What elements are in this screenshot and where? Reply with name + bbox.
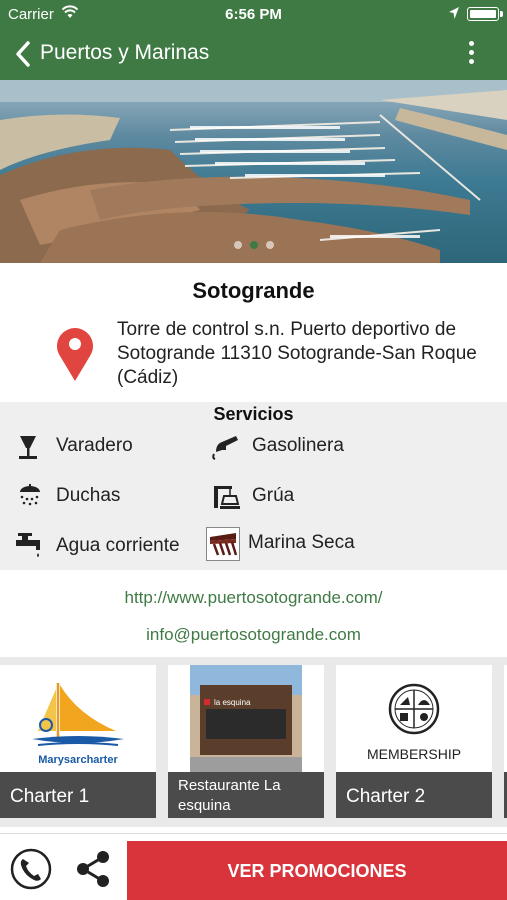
card-logo-text: MEMBERSHIP [367, 746, 461, 762]
boat-lift-icon [19, 436, 37, 459]
marina-photo-carousel[interactable] [0, 80, 507, 263]
phone-icon[interactable] [10, 847, 52, 891]
view-promotions-button[interactable]: VER PROMOCIONES [127, 841, 507, 900]
service-label: Agua corriente [56, 535, 180, 556]
card-caption[interactable]: Charter 2 [336, 772, 492, 818]
carousel-pagination [0, 236, 507, 254]
restaurant-photo: la esquina [190, 665, 302, 772]
partner-card[interactable]: MEMBERSHIP Charter 2 [336, 665, 492, 818]
fuel-nozzle-icon [212, 436, 238, 460]
card-caption[interactable]: Charter 1 [0, 772, 156, 818]
carousel-dot-active[interactable] [249, 241, 258, 249]
email-link[interactable]: info@puertosotogrande.com [0, 625, 507, 645]
bottom-action-bar: VER PROMOCIONES [0, 833, 507, 900]
service-label: Grúa [252, 485, 295, 506]
card-caption[interactable]: Restaurante La esquina [168, 772, 324, 818]
clock: 6:56 PM [225, 6, 282, 23]
share-icon[interactable] [73, 849, 113, 889]
map-pin-icon[interactable] [55, 326, 95, 382]
marysarcharter-logo: Marysarcharter [32, 683, 124, 766]
navigation-bar: Puertos y Marinas [0, 28, 507, 80]
service-label: Marina Seca [248, 532, 355, 553]
membership-logo: MEMBERSHIP [367, 683, 461, 762]
card-logo-text: la esquina [214, 698, 251, 707]
services-panel: Servicios Varadero Gasolinera Duchas Grú… [0, 402, 507, 570]
status-bar: Carrier 6:56 PM [0, 0, 507, 28]
location-arrow-icon [449, 7, 459, 19]
more-vertical-icon[interactable] [467, 41, 475, 67]
battery-icon [467, 7, 503, 21]
partner-cards-strip[interactable]: Marysarcharter Charter 1 la esquina Rest… [0, 657, 507, 827]
service-label: Gasolinera [252, 435, 344, 456]
dry-marina-icon [206, 527, 240, 561]
crane-icon [214, 486, 240, 509]
partner-card[interactable]: la esquina Restaurante La esquina [168, 665, 324, 818]
card-logo-text: Marysarcharter [38, 754, 118, 766]
carousel-dot[interactable] [233, 241, 242, 249]
shower-icon [20, 484, 40, 506]
marina-name: Sotogrande [192, 278, 315, 303]
water-tap-icon [16, 533, 40, 557]
carousel-dot[interactable] [265, 241, 274, 249]
services-heading: Servicios [213, 404, 294, 424]
chevron-left-icon[interactable] [10, 38, 38, 70]
page-title[interactable]: Puertos y Marinas [40, 41, 209, 65]
marina-address: Torre de control s.n. Puerto deportivo d… [117, 319, 477, 388]
partner-card[interactable]: Marysarcharter Charter 1 [0, 665, 156, 818]
website-link[interactable]: http://www.puertosotogrande.com/ [0, 588, 507, 608]
service-label: Varadero [56, 435, 133, 456]
service-label: Duchas [56, 485, 121, 506]
